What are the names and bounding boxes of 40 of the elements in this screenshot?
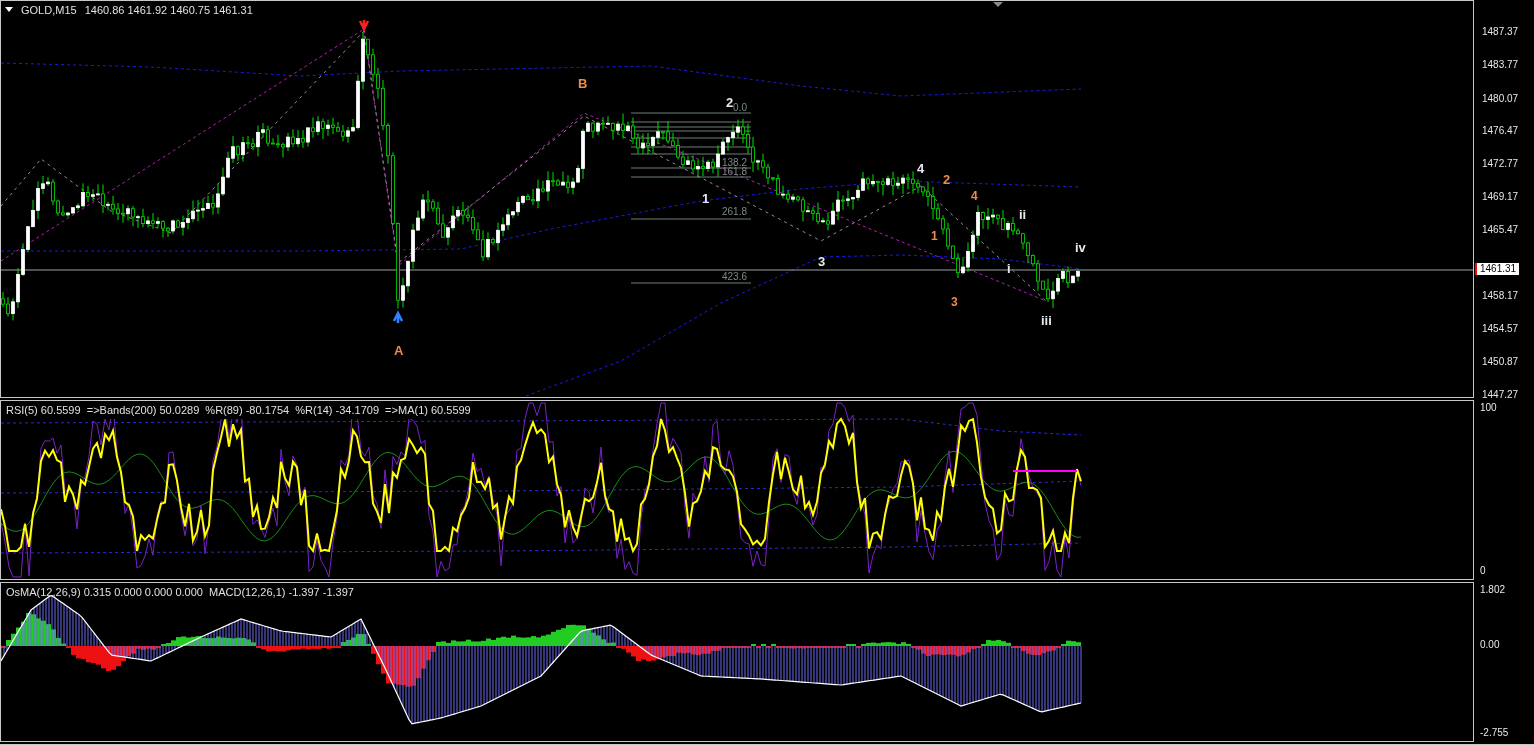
wave-label: 1 [702,191,710,205]
current-price-tag: 1461.31 [1475,263,1520,275]
wave-label: A [394,343,404,357]
fibonacci-level-label: 138.2 [721,158,747,168]
ohlc-values: 1460.86 1461.92 1460.75 1461.31 [84,3,253,18]
price-axis-label: 1450.87 [1482,357,1519,367]
indicator-axis-label: 1.802 [1480,585,1506,595]
price-axis-label: 1487.37 [1482,27,1519,37]
price-axis-label: 1476.47 [1482,126,1519,136]
symbol-label: GOLD,M15 [21,3,77,18]
price-axis-label: 1454.57 [1482,324,1519,334]
wave-label: 3 [951,296,958,308]
fibonacci-level-label: 261.8 [721,207,747,217]
indicator-header: OsMA(12,26,9) 0.315 0.000 0.000 0.000 MACD(12,26,1) -1.397 -1.397 [6,585,354,600]
wave-label: 4 [971,190,978,202]
price-axis-label: 1447.27 [1482,390,1519,400]
wave-label: iii [1041,313,1052,327]
price-axis-label: 1465.47 [1482,225,1519,235]
wave-label: 1 [931,230,938,242]
wave-label: B [578,76,588,90]
fibonacci-level-label: 423.6 [721,272,747,282]
wave-label: 4 [917,161,925,175]
price-axis-label: 1480.07 [1482,94,1519,104]
wave-label: 2 [726,95,734,109]
wave-label: 3 [818,254,826,268]
price-axis-label: 1483.77 [1482,60,1519,70]
fibonacci-level-label: 0.0 [733,103,747,113]
fibonacci-level-label: 161.8 [721,167,747,177]
price-axis-label: 1469.17 [1482,192,1519,202]
wave-label: ii [1019,207,1027,221]
indicator-axis-label: 0 [1480,566,1486,576]
indicator-axis-label: -2.755 [1480,728,1509,738]
indicator-axis-label: 0.00 [1480,640,1500,650]
price-axis-label: 1458.17 [1482,291,1519,301]
wave-label: i [1007,261,1011,275]
indicator-axis-label: 100 [1480,403,1497,413]
wave-label: iv [1075,240,1086,254]
indicator-header: RSI(5) 60.5599 =>Bands(200) 50.0289 %R(89) -80.1754 %R(14) -34.1709 =>MA(1) 60.5599 [6,402,471,419]
wave-label: 2 [943,172,951,186]
price-axis-label: 1472.77 [1482,159,1519,169]
